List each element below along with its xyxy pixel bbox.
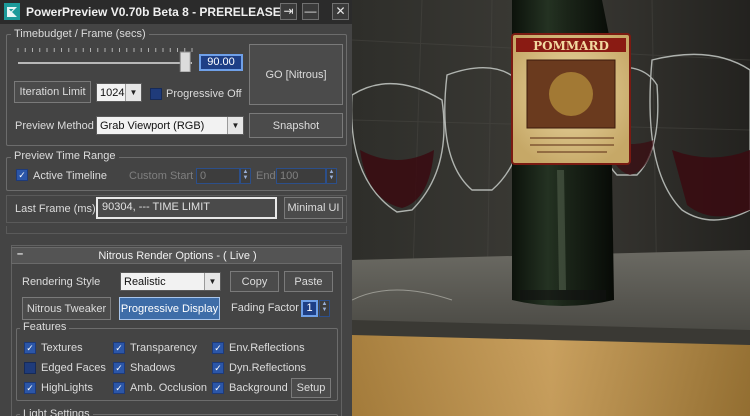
close-icon: ✕ [335, 4, 346, 18]
preview-method-label: Preview Method [15, 120, 94, 132]
last-frame-value: 90304, --- TIME LIMIT [96, 197, 277, 219]
custom-start-field[interactable]: 0 [196, 168, 240, 184]
transparency-checkbox[interactable]: ✓ [113, 342, 125, 354]
dropdown-arrow-icon: ▼ [125, 84, 141, 101]
timebudget-value-field[interactable]: 90.00 [199, 54, 243, 71]
active-timeline-label: Active Timeline [33, 170, 107, 182]
dyn-reflections-label: Dyn.Reflections [229, 362, 307, 374]
dyn-reflections-checkbox[interactable]: ✓ [212, 362, 224, 374]
checkmark-icon: ✓ [115, 343, 123, 353]
bottle-label-text: POMMARD [533, 39, 609, 53]
progressive-off-label: Progressive Off [166, 88, 242, 100]
checkmark-icon: ✓ [26, 383, 34, 393]
checkmark-icon: ✓ [214, 363, 222, 373]
app-3dsmax-icon [4, 3, 20, 20]
last-frame-label: Last Frame (ms) [15, 203, 96, 215]
highlights-label: HighLights [41, 382, 93, 394]
rendering-style-label: Rendering Style [22, 276, 101, 288]
minimize-button[interactable]: — [302, 3, 319, 20]
custom-start-label: Custom Start [129, 170, 194, 182]
close-button[interactable]: ✕ [332, 3, 349, 20]
progressive-display-button[interactable]: Progressive Display [119, 297, 220, 320]
checkmark-icon: ✓ [115, 383, 123, 393]
checkmark-icon: ✓ [214, 343, 222, 353]
edged-faces-checkbox[interactable] [24, 362, 36, 374]
end-label: End [256, 170, 276, 182]
shadows-label: Shadows [130, 362, 176, 374]
checkmark-icon: ✓ [26, 343, 34, 353]
iteration-dropdown-value: 1024 [100, 86, 125, 99]
copy-button[interactable]: Copy [230, 271, 279, 292]
end-field[interactable]: 100 [276, 168, 326, 184]
fading-factor-label: Fading Factor [231, 302, 299, 314]
dock-button[interactable]: ⇥ [280, 3, 297, 20]
amb-occlusion-label: Amb. Occlusion [130, 382, 208, 394]
powerpreview-panel: PowerPreview V0.70b Beta 8 - PRERELEASE … [0, 0, 352, 416]
dropdown-arrow-icon: ▼ [227, 117, 243, 134]
timebudget-legend: Timebudget / Frame (secs) [11, 28, 149, 40]
time-range-legend: Preview Time Range [11, 150, 119, 162]
rendering-style-dropdown[interactable]: Realistic ▼ [120, 272, 221, 291]
window-title: PowerPreview V0.70b Beta 8 - PRERELEASE [26, 5, 281, 19]
checkmark-icon: ✓ [18, 170, 26, 180]
background-checkbox[interactable]: ✓ [212, 382, 224, 394]
render-viewport[interactable]: POMMARD [352, 0, 750, 416]
rendering-style-value: Realistic [124, 275, 166, 288]
textures-label: Textures [41, 342, 83, 354]
minimal-ui-button[interactable]: Minimal UI [284, 197, 343, 219]
transparency-label: Transparency [130, 342, 197, 354]
rollout-divider [6, 226, 347, 234]
progressive-off-checkbox[interactable] [150, 88, 162, 100]
render-image: POMMARD [352, 0, 750, 416]
edged-faces-label: Edged Faces [41, 362, 106, 374]
setup-button[interactable]: Setup [291, 378, 331, 398]
preview-method-dropdown[interactable]: Grab Viewport (RGB) ▼ [96, 116, 244, 135]
textures-checkbox[interactable]: ✓ [24, 342, 36, 354]
spinner-arrows-icon[interactable]: ▲ ▼ [326, 168, 337, 184]
minimize-icon: — [304, 4, 317, 18]
slider-ticks [17, 48, 193, 52]
nitrous-rollout-header[interactable]: – Nitrous Render Options - ( Live ) [11, 247, 342, 264]
go-nitrous-button[interactable]: GO [Nitrous] [249, 44, 343, 105]
nitrous-rollout-title: Nitrous Render Options - ( Live ) [98, 250, 257, 262]
slider-thumb[interactable] [179, 51, 191, 72]
highlights-checkbox[interactable]: ✓ [24, 382, 36, 394]
iteration-dropdown[interactable]: 1024 ▼ [96, 83, 142, 102]
title-bar[interactable]: PowerPreview V0.70b Beta 8 - PRERELEASE … [0, 0, 352, 24]
dock-icon: ⇥ [283, 4, 294, 18]
active-timeline-checkbox[interactable]: ✓ [16, 169, 28, 181]
iteration-limit-button[interactable]: Iteration Limit [14, 81, 91, 103]
shadows-checkbox[interactable]: ✓ [113, 362, 125, 374]
env-reflections-checkbox[interactable]: ✓ [212, 342, 224, 354]
spinner-arrows-icon[interactable]: ▲ ▼ [240, 168, 251, 184]
paste-button[interactable]: Paste [284, 271, 333, 292]
snapshot-button[interactable]: Snapshot [249, 113, 343, 138]
checkmark-icon: ✓ [115, 363, 123, 373]
fading-factor-field[interactable]: 1 [301, 300, 318, 317]
light-settings-legend: Light Settings [20, 408, 93, 416]
preview-method-value: Grab Viewport (RGB) [100, 119, 205, 132]
nitrous-tweaker-button[interactable]: Nitrous Tweaker [22, 297, 111, 320]
features-legend: Features [20, 321, 70, 333]
background-label: Background [229, 382, 288, 394]
dropdown-arrow-icon: ▼ [204, 273, 220, 290]
spinner-arrows-icon[interactable]: ▲ ▼ [319, 300, 330, 317]
amb-occlusion-checkbox[interactable]: ✓ [113, 382, 125, 394]
checkmark-icon: ✓ [214, 383, 222, 393]
timebudget-slider[interactable] [14, 46, 196, 72]
env-reflections-label: Env.Reflections [229, 342, 305, 354]
